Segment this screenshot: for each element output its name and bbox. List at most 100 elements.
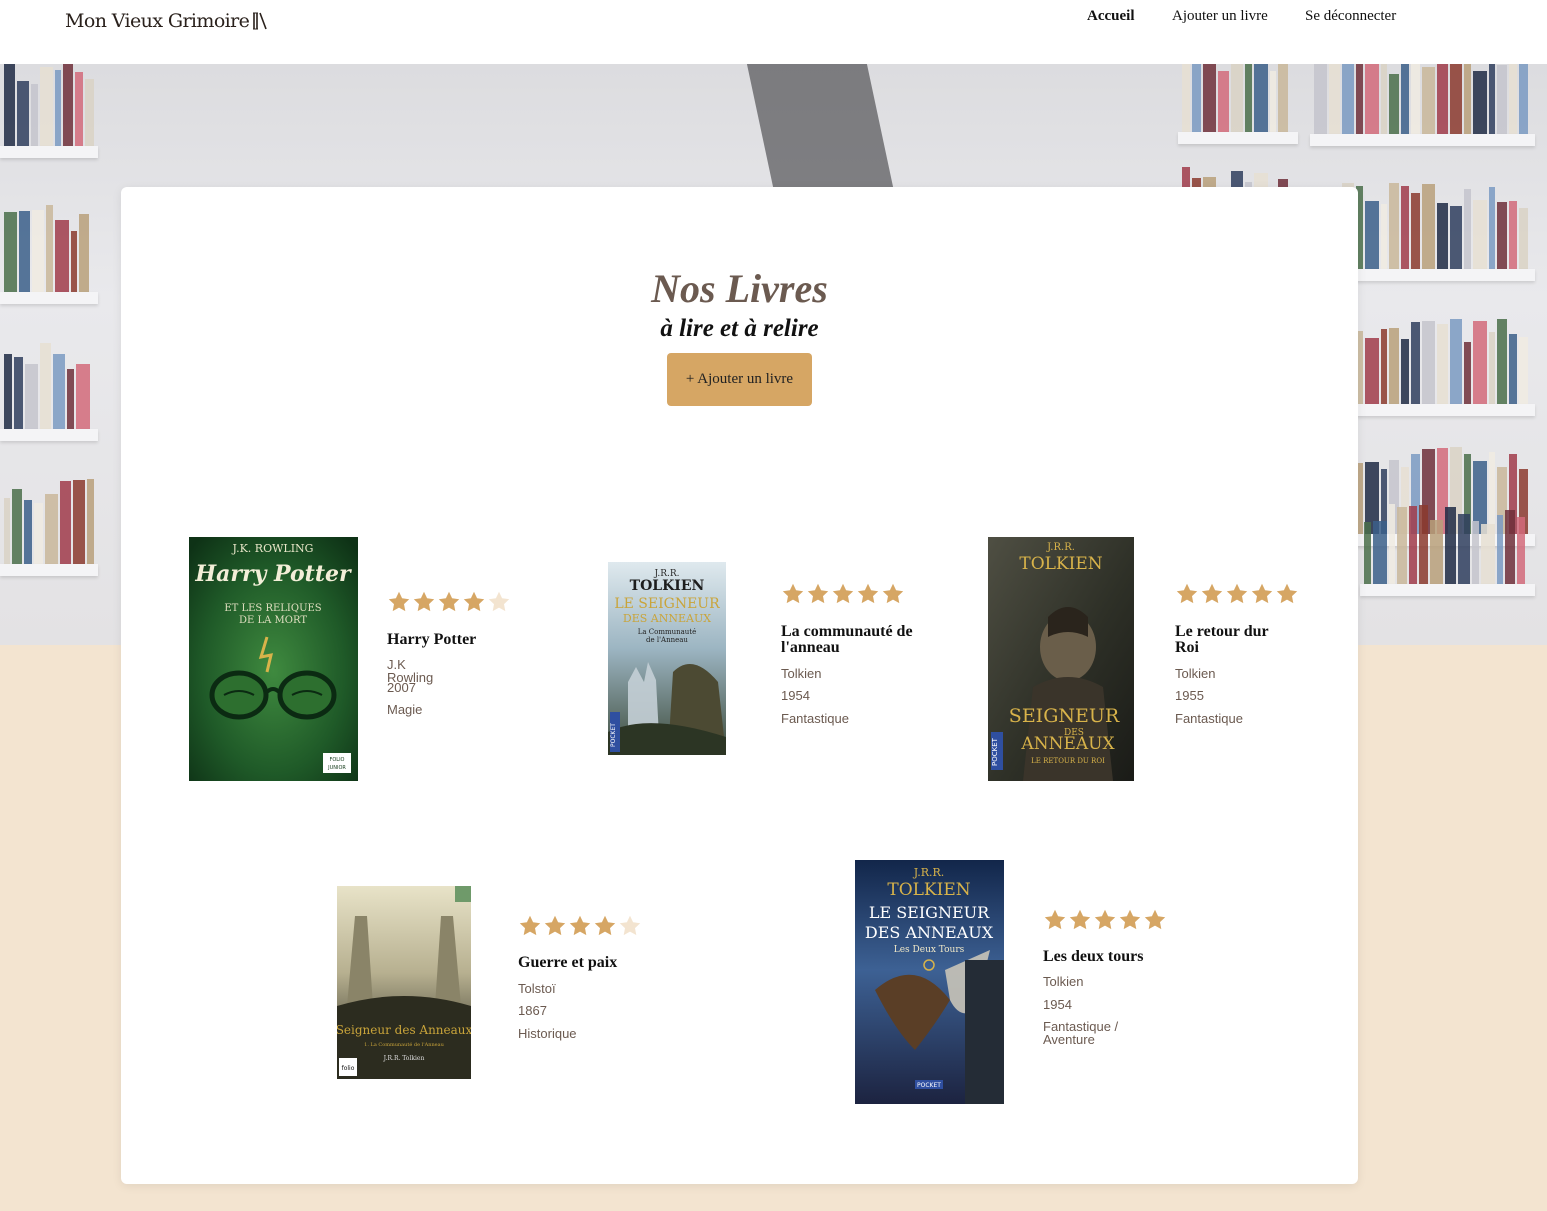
shelf-board — [0, 429, 98, 441]
cover-retour-roi: J.R.R. TOLKIEN SEIGNEUR DES ANNEAUX LE R… — [988, 537, 1134, 781]
book-cover-image[interactable]: J.R.R. TOLKIEN SEIGNEUR DES ANNEAUX LE R… — [988, 537, 1134, 781]
shelf-book — [1517, 517, 1525, 584]
star-filled-icon — [1094, 909, 1116, 930]
svg-text:J.R.R. Tolkien: J.R.R. Tolkien — [383, 1055, 425, 1062]
book-year: 1954 — [781, 688, 810, 703]
shelf-book — [1218, 71, 1229, 132]
shelf-book — [46, 205, 53, 292]
book-rating — [387, 590, 511, 614]
book-year: 2007 — [387, 680, 416, 695]
star-filled-icon — [519, 915, 541, 936]
star-filled-icon — [544, 915, 566, 936]
nav-link-ajouter-livre[interactable]: Ajouter un livre — [1172, 8, 1268, 25]
svg-text:POCKET: POCKET — [991, 737, 999, 766]
star-filled-icon — [1119, 909, 1141, 930]
star-filled-icon — [594, 915, 616, 936]
cover-communaute-anneau: J.R.R. TOLKIEN LE SEIGNEUR DES ANNEAUX L… — [608, 562, 726, 755]
shelf-book — [1192, 64, 1201, 132]
books-card: Nos Livres à lire et à relire + Ajouter … — [121, 187, 1358, 1184]
star-filled-icon — [1044, 909, 1066, 930]
cover-guerre-paix: Seigneur des Anneaux 1. La Communauté de… — [337, 886, 471, 1079]
nav-link-deconnexion[interactable]: Se déconnecter — [1305, 8, 1396, 25]
book-author: Tolkien — [1175, 666, 1216, 681]
svg-text:LE SEIGNEUR: LE SEIGNEUR — [869, 903, 990, 922]
svg-text:TOLKIEN: TOLKIEN — [1019, 554, 1102, 574]
shelf-book — [1314, 64, 1327, 134]
shelf-book — [1481, 524, 1495, 584]
shelf-book — [53, 354, 65, 429]
shelf-book — [4, 64, 15, 146]
book-year: 1867 — [518, 1003, 547, 1018]
star-filled-icon — [782, 583, 804, 604]
star-filled-icon — [807, 583, 829, 604]
svg-text:LE SEIGNEUR: LE SEIGNEUR — [614, 596, 720, 612]
star-empty-icon — [488, 591, 510, 612]
cover-harry-potter: J.K. ROWLING Harry Potter ET LES RELIQUE… — [189, 537, 358, 781]
svg-text:La Communauté: La Communauté — [638, 628, 697, 636]
shelf-book — [40, 343, 51, 429]
nav-link-accueil[interactable]: Accueil — [1087, 8, 1134, 25]
book-cover-image[interactable]: J.R.R. TOLKIEN LE SEIGNEUR DES ANNEAUX L… — [855, 860, 1004, 1104]
book-genre: Magie — [387, 702, 423, 717]
shelf-book — [34, 503, 43, 564]
star-empty-icon — [619, 915, 641, 936]
shelf-book — [1278, 64, 1288, 132]
shelf-book — [63, 64, 74, 146]
books-logo-icon — [253, 12, 268, 30]
shelf-book — [24, 500, 32, 564]
star-filled-icon — [388, 591, 410, 612]
shelf-book — [1231, 64, 1243, 132]
book-cover-image[interactable]: J.R.R. TOLKIEN LE SEIGNEUR DES ANNEAUX L… — [608, 562, 726, 755]
book-rating — [518, 914, 642, 938]
logo[interactable]: Mon Vieux Grimoire — [65, 10, 270, 32]
svg-text:JUNIOR: JUNIOR — [327, 765, 346, 771]
svg-text:POCKET: POCKET — [917, 1082, 941, 1089]
shelf-book — [1373, 521, 1387, 584]
shelf-book — [14, 357, 23, 429]
svg-text:ANNEAUX: ANNEAUX — [1020, 734, 1115, 754]
svg-text:POCKET: POCKET — [610, 723, 617, 747]
book-cover-image[interactable]: J.K. ROWLING Harry Potter ET LES RELIQUE… — [189, 537, 358, 781]
shelf-book — [39, 67, 54, 146]
svg-text:DES ANNEAUX: DES ANNEAUX — [865, 923, 994, 942]
shelf-board — [0, 292, 98, 304]
book-rating — [1175, 582, 1299, 606]
book-year: 1955 — [1175, 688, 1204, 703]
shelf-book — [4, 498, 10, 564]
star-filled-icon — [882, 583, 904, 604]
book-author: Tolkien — [1043, 974, 1084, 989]
shelf-book — [1472, 521, 1479, 584]
svg-text:de l'Anneau: de l'Anneau — [646, 636, 688, 644]
shelf-book — [1182, 64, 1190, 132]
svg-text:ET LES RELIQUES: ET LES RELIQUES — [224, 603, 321, 614]
shelf-book — [1505, 510, 1515, 584]
book-title: Guerre et paix — [518, 954, 618, 971]
book-author: Tolkien — [781, 666, 822, 681]
shelf-board — [0, 564, 98, 576]
bookshelf — [0, 64, 98, 645]
add-book-button[interactable]: + Ajouter un livre — [667, 353, 812, 406]
shelf-book — [60, 481, 71, 564]
shelf-board — [0, 146, 98, 158]
star-filled-icon — [1251, 583, 1273, 604]
book-genre: Fantastique / Aventure — [1043, 1019, 1119, 1047]
star-filled-icon — [413, 591, 435, 612]
book-cover-image[interactable]: Seigneur des Anneaux 1. La Communauté de… — [337, 886, 471, 1079]
svg-text:folio: folio — [342, 1065, 355, 1072]
shelf-book — [16, 81, 29, 146]
shelf-book — [32, 210, 44, 292]
book-title: Les deux tours — [1043, 948, 1144, 965]
book-genre: Fantastique — [781, 711, 849, 726]
star-filled-icon — [1226, 583, 1248, 604]
svg-text:Harry Potter: Harry Potter — [194, 561, 352, 587]
shelf-book — [1389, 504, 1395, 584]
shelf-book — [79, 214, 89, 292]
shelf-book — [45, 494, 58, 564]
shelf-book — [1270, 71, 1276, 132]
shelf-book — [71, 231, 77, 292]
logo-text[interactable]: Mon Vieux Grimoire — [65, 10, 250, 32]
shelf-board — [1360, 584, 1535, 596]
shelf-book — [1430, 520, 1443, 584]
star-filled-icon — [1176, 583, 1198, 604]
shelf-book — [30, 84, 38, 146]
